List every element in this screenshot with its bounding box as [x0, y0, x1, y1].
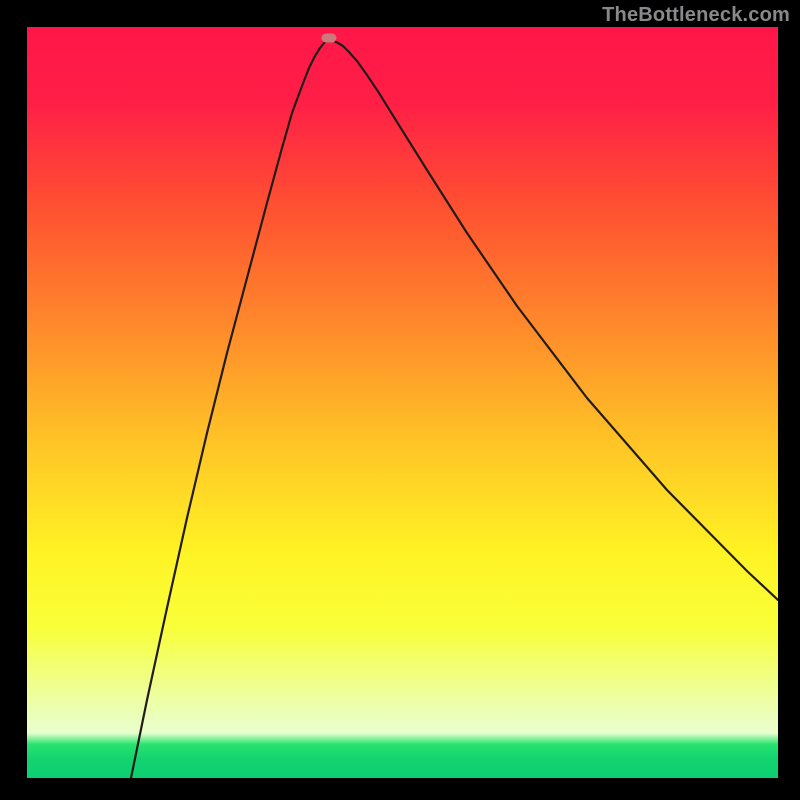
plot-area	[27, 27, 778, 778]
chart-frame: TheBottleneck.com	[0, 0, 800, 800]
watermark-text: TheBottleneck.com	[602, 4, 790, 27]
curve-svg	[27, 27, 778, 778]
optimum-marker	[322, 34, 337, 43]
bottleneck-curve	[131, 40, 778, 778]
